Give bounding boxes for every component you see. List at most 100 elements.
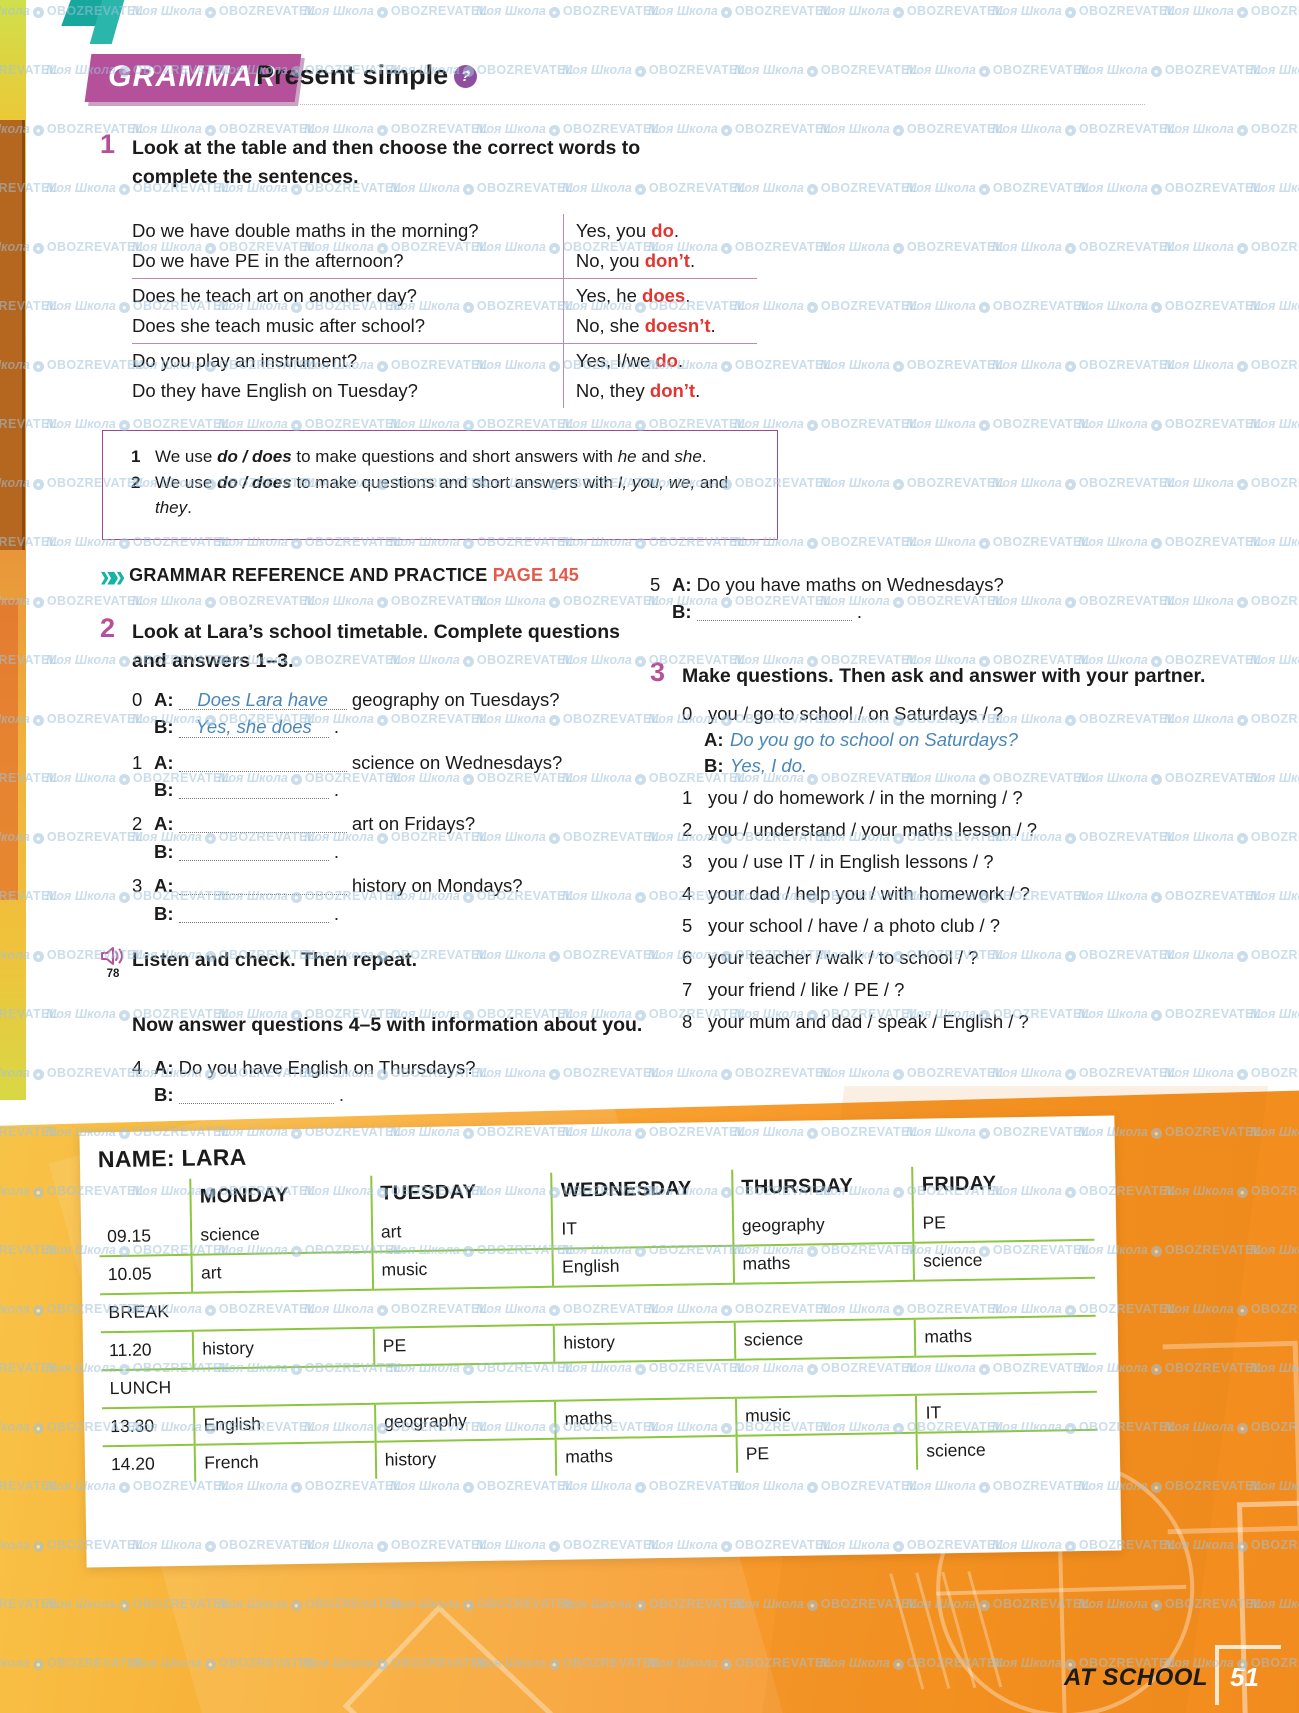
question: Does she teach music after school? xyxy=(132,314,426,336)
qa-fill-item: 0 A: Does Lara have geography on Tuesdays… xyxy=(132,688,560,711)
item-tail: . xyxy=(333,716,339,738)
item-question: Do you have English on Thursdays? xyxy=(178,1056,476,1078)
subject-cell: PE xyxy=(373,1324,555,1366)
watermark-text: Моя Школа●OBOZREVATEL xyxy=(648,4,832,18)
qa-fill-item: 5 A: Do you have maths on Wednesdays? xyxy=(650,574,1004,595)
timetable-card: NAME: LARA MONDAY TUESDAY WEDNESDAY THUR… xyxy=(79,1115,1122,1568)
watermark-text: Моя Школа●OBOZREVATEL xyxy=(1250,417,1299,431)
watermark-text: Моя Школа●OBOZREVATEL xyxy=(1250,63,1299,77)
subject-cell: English xyxy=(552,1245,734,1287)
item-number: 4 xyxy=(132,1056,143,1078)
question: Do we have double maths in the morning? xyxy=(132,219,479,241)
answer-filled[interactable]: Yes, she does xyxy=(178,717,329,738)
answer-blank[interactable] xyxy=(178,875,347,896)
exercise-1: 1 Look at the table and then choose the … xyxy=(100,129,660,192)
watermark-text: Моя Школа●OBOZREVATEL xyxy=(820,240,1004,254)
item-number: 5 xyxy=(682,914,693,936)
subject-cell: science xyxy=(191,1214,373,1255)
subject-cell: music xyxy=(372,1248,554,1290)
item-number: 3 xyxy=(682,850,693,872)
answer-blank[interactable] xyxy=(178,752,347,772)
watermark-text: Моя Школа●OBOZREVATEL xyxy=(132,4,316,18)
answer: Yes, you do. xyxy=(575,219,680,241)
exercise-1-number: 1 xyxy=(100,129,116,159)
speaker-icon[interactable]: 78 xyxy=(98,945,128,980)
watermark-text: Моя Школа●OBOZREVATEL xyxy=(1164,122,1299,136)
exercise-2-item-5: 5 A: Do you have maths on Wednesdays? B: … xyxy=(650,575,1220,622)
page-title-text: Present simple xyxy=(256,60,449,90)
answer: Yes, he does. xyxy=(575,284,691,306)
exercise-3-number: 3 xyxy=(650,656,666,687)
qa-answers: Yes, you do. No, you don’t. xyxy=(562,213,757,278)
grammar-reference-link[interactable]: »» GRAMMAR REFERENCE AND PRACTICE PAGE 1… xyxy=(100,559,660,591)
subject-cell: French xyxy=(194,1441,377,1482)
answer-blank[interactable] xyxy=(178,903,329,923)
item-number: 0 xyxy=(682,702,693,724)
watermark-text: Моя Школа●OBOZREVATEL xyxy=(1250,299,1299,313)
answer-blank[interactable] xyxy=(696,601,852,622)
page-title: Present simple? xyxy=(256,60,478,91)
item-tail: . xyxy=(333,902,339,924)
exercise-2-items: 0 A: Does Lara have geography on Tuesdays… xyxy=(132,688,660,924)
unit-title: AT SCHOOL xyxy=(1064,1663,1209,1691)
qa-fill-item: 2 A: art on Fridays? xyxy=(132,813,476,835)
answer-blank[interactable] xyxy=(178,841,329,861)
grammar-banner-label: GRAMMAR xyxy=(108,60,277,93)
time-cell: 10.05 xyxy=(99,1254,193,1295)
answer-filled[interactable]: Does Lara have xyxy=(178,689,347,711)
answer: No, you don’t. xyxy=(575,249,696,271)
example-answer-a: A: Do you go to school on Saturdays? xyxy=(682,729,1220,751)
qa-fill-item-b: B: . xyxy=(154,840,339,862)
prompt-text: your school / have / a photo club / ? xyxy=(708,914,1001,936)
help-icon[interactable]: ? xyxy=(454,65,478,88)
audio-track-number: 78 xyxy=(106,968,120,981)
watermark-text: Моя Школа●OBOZREVATEL xyxy=(1164,476,1299,490)
qa-fill-item-b: B: . xyxy=(154,902,339,924)
subject-cell: geography xyxy=(732,1205,914,1246)
qa-group: Do we have double maths in the morning? … xyxy=(132,213,757,278)
net-decoration-icon xyxy=(889,1567,1067,1691)
subject-cell: maths xyxy=(915,1315,1097,1357)
subject-cell: PE xyxy=(736,1432,918,1473)
answer: No, they don’t. xyxy=(575,379,701,401)
question: Does he teach art on another day? xyxy=(132,284,417,306)
qa-fill-item: 4 A: Do you have English on Thursdays? xyxy=(132,1056,476,1078)
rule-choice[interactable]: do / does xyxy=(217,447,292,466)
timetable-panel: NAME: LARA MONDAY TUESDAY WEDNESDAY THUR… xyxy=(0,1086,1299,1713)
speaker-label-b: B: xyxy=(704,754,724,776)
item-number: 2 xyxy=(682,818,693,840)
watermark-text: Моя Школа●OBOZREVATEL xyxy=(1250,771,1299,785)
watermark-text: Моя Школа●OBOZREVATEL xyxy=(906,299,1090,313)
day-header: THURSDAY xyxy=(732,1166,914,1209)
watermark-text: Моя Школа●OBOZREVATEL xyxy=(1164,358,1299,372)
qa-questions: Do we have double maths in the morning? … xyxy=(132,214,563,278)
watermark-text: Моя Школа●OBOZREVATEL xyxy=(906,417,1090,431)
watermark-text: Моя Школа●OBOZREVATEL xyxy=(1078,417,1262,431)
speaker-label-a: A: xyxy=(704,728,724,750)
rule-item: 1 We use do / does to make questions and … xyxy=(131,445,767,470)
answer-blank[interactable] xyxy=(178,779,329,799)
subject-cell: science xyxy=(734,1318,916,1360)
item-tail: history on Mondays? xyxy=(351,875,523,897)
present-simple-table: Do we have double maths in the morning? … xyxy=(132,213,757,408)
exercise-2-number: 2 xyxy=(100,612,116,643)
answer-blank[interactable] xyxy=(178,813,347,834)
goal-decoration-icon-2 xyxy=(1162,1340,1299,1535)
answer: No, she doesn’t. xyxy=(575,314,716,336)
item-tail: art on Fridays? xyxy=(351,813,476,835)
item-tail: . xyxy=(333,778,339,800)
watermark-text: Моя Школа●OBOZREVATEL xyxy=(820,122,1004,136)
subject-cell: history xyxy=(375,1438,557,1479)
prompt-item: 7 your friend / like / PE / ? xyxy=(682,979,1220,1001)
watermark-text: Моя Школа●OBOZREVATEL xyxy=(1250,1007,1299,1021)
item-number: 3 xyxy=(132,875,143,897)
item-number: 5 xyxy=(650,574,661,595)
item-number: 1 xyxy=(132,751,143,773)
grammar-reference-label: GRAMMAR REFERENCE AND PRACTICE PAGE 145 xyxy=(129,565,580,586)
rule-choice[interactable]: do / does xyxy=(217,473,292,492)
exercise-3-items: 0 you / go to school / on Saturdays / ? … xyxy=(682,703,1220,1033)
item-number: 1 xyxy=(682,786,693,808)
prompt-text: your friend / like / PE / ? xyxy=(708,978,905,1000)
listen-and-check: 78 Listen and check. Then repeat. xyxy=(100,947,660,985)
watermark-text: Моя Школа●OBOZREVATEL xyxy=(1164,240,1299,254)
